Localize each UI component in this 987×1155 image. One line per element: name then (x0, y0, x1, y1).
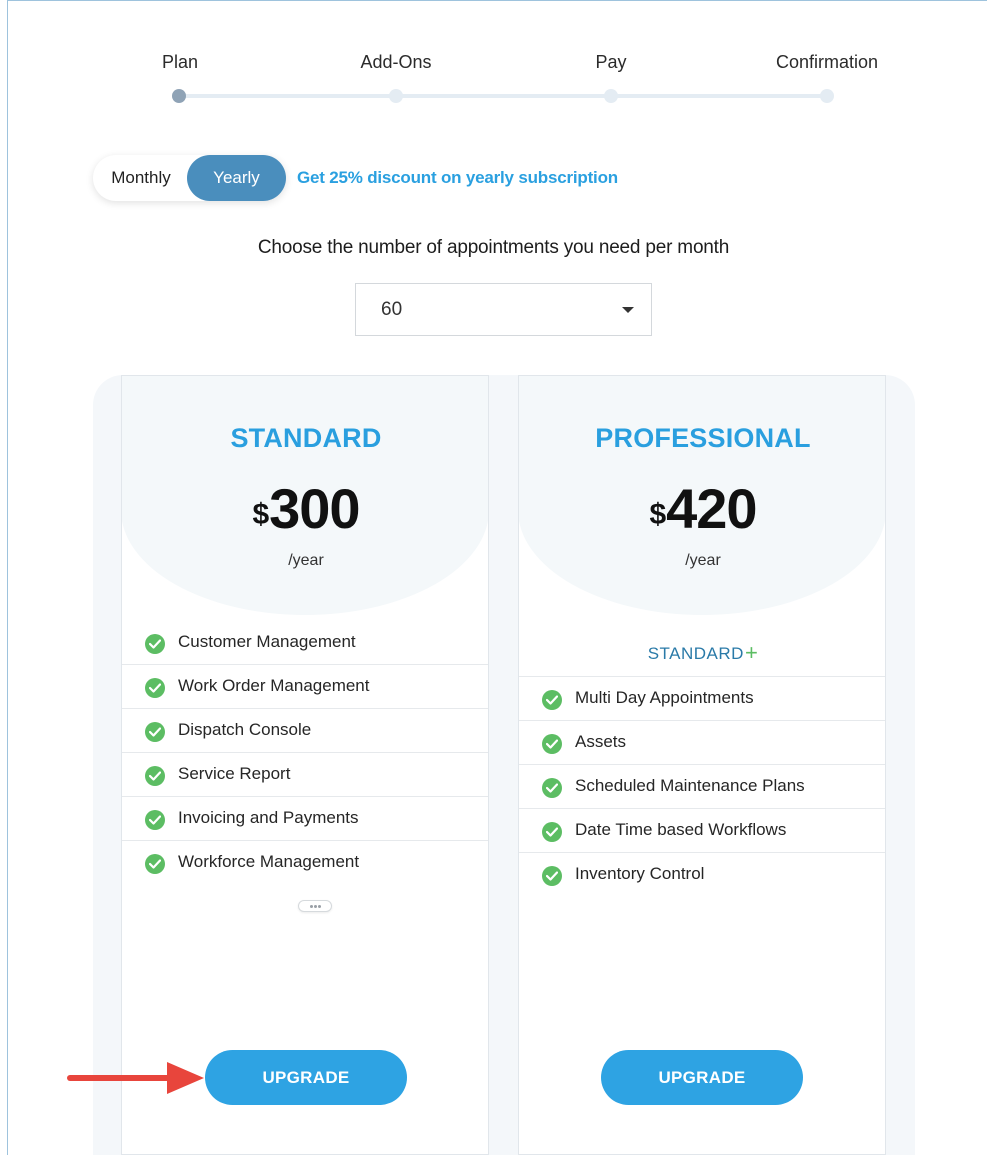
step-dot-addons (389, 89, 403, 103)
plan-card-professional: PROFESSIONAL $420 /year STANDARD+ Multi … (518, 375, 886, 1155)
step-label-pay: Pay (595, 52, 627, 72)
chevron-down-icon (622, 307, 634, 313)
check-circle-icon (542, 778, 562, 798)
currency-symbol: $ (649, 498, 667, 531)
plus-icon: + (744, 640, 759, 665)
plan-card-standard: STANDARD $300 /year Customer Management … (121, 375, 489, 1155)
feature-item: Work Order Management (122, 665, 488, 709)
feature-label: Multi Day Appointments (575, 688, 754, 707)
plan-price: $420 (519, 476, 885, 541)
currency-symbol: $ (252, 498, 270, 531)
feature-label: Inventory Control (575, 864, 705, 883)
feature-item: Scheduled Maintenance Plans (519, 765, 885, 809)
step-label-addons: Add-Ons (360, 52, 432, 72)
yearly-option[interactable]: Yearly (187, 155, 286, 201)
feature-label: Scheduled Maintenance Plans (575, 776, 805, 795)
step-dot-plan (172, 89, 186, 103)
appointments-selected-value: 60 (381, 299, 403, 320)
upgrade-button-professional[interactable]: UPGRADE (601, 1050, 803, 1105)
feature-label: Service Report (178, 764, 291, 783)
more-dots-icon[interactable] (298, 900, 332, 912)
check-circle-icon (542, 866, 562, 886)
feature-item: Invoicing and Payments (122, 797, 488, 841)
check-circle-icon (145, 722, 165, 742)
appointments-prompt: Choose the number of appointments you ne… (257, 237, 730, 258)
monthly-option[interactable]: Monthly (93, 155, 189, 201)
check-circle-icon (542, 822, 562, 842)
feature-label: Invoicing and Payments (178, 808, 359, 827)
check-circle-icon (542, 690, 562, 710)
step-label-plan: Plan (161, 52, 199, 72)
feature-item: Inventory Control (519, 853, 885, 897)
feature-item: Service Report (122, 753, 488, 797)
feature-item: Multi Day Appointments (519, 677, 885, 721)
feature-item: Workforce Management (122, 841, 488, 885)
check-circle-icon (145, 634, 165, 654)
price-amount: 300 (269, 477, 360, 540)
billing-period: /year (685, 552, 721, 569)
feature-list: Customer Management Work Order Managemen… (122, 621, 488, 885)
step-dot-pay (604, 89, 618, 103)
plan-name: STANDARD (230, 423, 382, 453)
feature-item: Assets (519, 721, 885, 765)
feature-item: Customer Management (122, 621, 488, 665)
check-circle-icon (145, 678, 165, 698)
step-label-confirmation: Confirmation (775, 52, 879, 72)
feature-label: Dispatch Console (178, 720, 312, 739)
feature-label: Customer Management (178, 632, 356, 651)
billing-period: /year (288, 552, 324, 569)
feature-label: Date Time based Workflows (575, 820, 787, 839)
check-circle-icon (145, 766, 165, 786)
feature-list: Multi Day Appointments Assets Scheduled … (519, 676, 885, 897)
feature-label: Assets (575, 732, 627, 751)
feature-item: Date Time based Workflows (519, 809, 885, 853)
plan-name: PROFESSIONAL (595, 423, 811, 453)
checkout-stepper: Plan Add-Ons Pay Confirmation (0, 0, 987, 110)
plan-price: $300 (122, 476, 488, 541)
feature-item: Dispatch Console (122, 709, 488, 753)
includes-standard-plus: STANDARD+ (519, 639, 885, 665)
price-amount: 420 (666, 477, 757, 540)
stepper-track (179, 94, 827, 98)
check-circle-icon (542, 734, 562, 754)
yearly-discount-note: Get 25% discount on yearly subscription (297, 168, 618, 187)
check-circle-icon (145, 854, 165, 874)
billing-cycle-toggle: Monthly Yearly (93, 155, 286, 201)
check-circle-icon (145, 810, 165, 830)
feature-label: Work Order Management (178, 676, 370, 695)
annotation-arrow-icon (67, 1062, 204, 1094)
feature-label: Workforce Management (178, 852, 360, 871)
includes-plan-label: STANDARD (647, 644, 744, 663)
appointments-select[interactable]: 60 (355, 283, 652, 336)
step-dot-confirmation (820, 89, 834, 103)
upgrade-button-standard[interactable]: UPGRADE (205, 1050, 407, 1105)
